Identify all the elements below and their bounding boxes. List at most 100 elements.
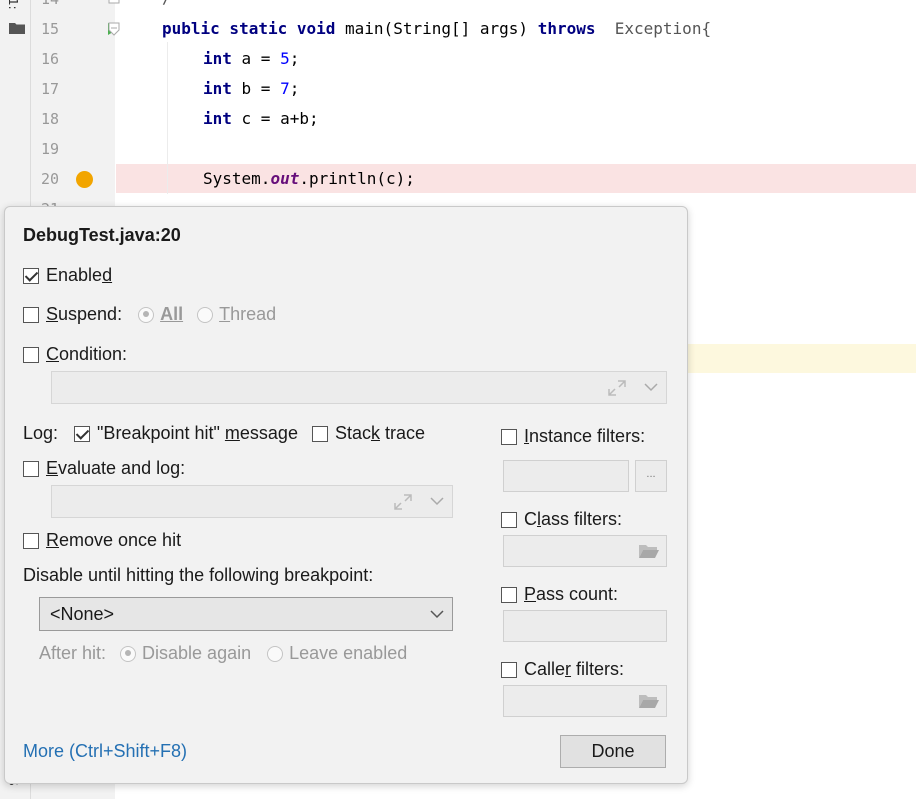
- project-tab[interactable]: 1:: [6, 0, 20, 10]
- pass-count-checkbox[interactable]: Pass count:: [501, 584, 618, 605]
- breakpoint-select-value: <None>: [50, 604, 115, 624]
- class-filters-input[interactable]: [503, 535, 667, 567]
- evaluate-and-log-label: Evaluate and log:: [46, 458, 186, 478]
- disable-until-label: Disable until hitting the following brea…: [23, 565, 374, 585]
- current-line-highlight: [686, 344, 916, 373]
- done-button[interactable]: Done: [560, 735, 666, 768]
- line-number: 20: [41, 170, 60, 188]
- log-label: Log:: [23, 423, 59, 443]
- expand-icon[interactable]: [608, 380, 626, 396]
- suspend-all-label: All: [160, 304, 184, 324]
- suspend-thread-radio[interactable]: [197, 306, 214, 323]
- disable-again-label: Disable again: [142, 643, 252, 663]
- breakpoint-hit-message-checkbox[interactable]: [74, 425, 91, 442]
- code-token: 7: [280, 79, 290, 98]
- code-line-16[interactable]: int a = 5;: [203, 49, 299, 68]
- pass-count-input[interactable]: [503, 610, 667, 642]
- code-line-15[interactable]: public static void main(String[] args) t…: [162, 19, 711, 38]
- condition-input[interactable]: [51, 371, 667, 404]
- checkbox-box[interactable]: [501, 661, 517, 678]
- checkbox-box[interactable]: [501, 428, 517, 445]
- instance-filters-checkbox[interactable]: Instance filters:: [501, 426, 645, 447]
- code-line-17[interactable]: int b = 7;: [203, 79, 299, 98]
- line-number: 18: [41, 110, 60, 128]
- suspend-all-radio[interactable]: [138, 306, 155, 323]
- checkbox-box[interactable]: [23, 532, 39, 549]
- expand-icon[interactable]: [394, 494, 412, 510]
- stack-trace-label: Stack trace: [334, 423, 426, 443]
- checkbox-box[interactable]: [501, 586, 517, 603]
- caller-filters-label: Caller filters:: [524, 659, 625, 679]
- chevron-down-icon[interactable]: [644, 382, 658, 392]
- folder-open-icon[interactable]: [638, 543, 660, 559]
- code-line-20[interactable]: System.out.println(c);: [203, 169, 415, 188]
- line-number: 14: [41, 0, 71, 8]
- suspend-thread-label: Thread: [219, 304, 277, 324]
- line-number: 15: [41, 20, 60, 38]
- checkbox-box[interactable]: [501, 511, 517, 528]
- line-number: 17: [41, 80, 60, 98]
- code-token: main(String[] args): [335, 19, 538, 38]
- checkbox-box[interactable]: [23, 460, 39, 477]
- fold-icon[interactable]: [108, 0, 120, 4]
- code-token: int: [203, 49, 232, 68]
- disable-again-radio[interactable]: [120, 645, 137, 662]
- fold-icon[interactable]: [108, 22, 120, 36]
- after-hit-label: After hit:: [39, 643, 107, 663]
- code-token: out: [270, 169, 300, 188]
- code-line: /: [162, 0, 172, 7]
- chevron-down-icon[interactable]: [430, 609, 444, 619]
- class-filters-label: Class filters:: [524, 509, 623, 529]
- suspend-checkbox[interactable]: [23, 306, 39, 323]
- code-token: throws: [537, 19, 596, 38]
- checkbox-box[interactable]: [23, 346, 39, 363]
- code-token: b =: [231, 79, 281, 98]
- code-line-18[interactable]: int c = a+b;: [203, 109, 319, 128]
- stack-trace-checkbox[interactable]: [311, 425, 328, 442]
- suspend-row: Suspend: All Thread: [23, 304, 276, 325]
- leave-enabled-label: Leave enabled: [289, 643, 408, 663]
- caller-filters-checkbox[interactable]: Caller filters:: [501, 659, 624, 680]
- folder-icon[interactable]: [9, 22, 25, 34]
- instance-filters-browse-button[interactable]: ...: [635, 460, 667, 492]
- breakpoint-icon[interactable]: [76, 171, 93, 188]
- evaluate-and-log-checkbox[interactable]: Evaluate and log:: [23, 458, 185, 479]
- checkbox-box[interactable]: [23, 267, 39, 284]
- instance-filters-label: Instance filters:: [524, 426, 646, 446]
- enabled-label: Enabled: [46, 265, 113, 285]
- code-token: a =: [231, 49, 281, 68]
- code-token: c = a+b;: [231, 109, 319, 128]
- evaluate-and-log-input[interactable]: [51, 485, 453, 518]
- instance-filters-input[interactable]: [503, 460, 629, 492]
- code-token: int: [203, 109, 232, 128]
- code-token: System.: [203, 169, 271, 188]
- more-link[interactable]: More (Ctrl+Shift+F8): [23, 741, 187, 762]
- line-number: 19: [41, 140, 60, 158]
- code-token: ;: [289, 49, 300, 68]
- after-hit-row: After hit: Disable again Leave enabled: [39, 643, 407, 664]
- code-token: ;: [289, 79, 300, 98]
- indent-guide: [167, 42, 168, 194]
- enabled-checkbox[interactable]: Enabled: [23, 265, 112, 286]
- popup-title: DebugTest.java:20: [23, 225, 181, 245]
- code-token: public static void: [162, 19, 336, 38]
- leave-enabled-radio[interactable]: [267, 645, 284, 662]
- suspend-label: Suspend:: [46, 304, 123, 324]
- remove-once-hit-checkbox[interactable]: Remove once hit: [23, 530, 181, 551]
- breakpoint-properties-popup: DebugTest.java:20 Enabled Suspend: All T…: [4, 206, 688, 784]
- condition-checkbox[interactable]: Condition:: [23, 344, 127, 365]
- code-token: .println(c);: [299, 169, 415, 188]
- code-token: 5: [280, 49, 290, 68]
- breakpoint-hit-message-label: "Breakpoint hit" message: [97, 423, 298, 443]
- breakpoint-select[interactable]: <None>: [39, 597, 453, 631]
- code-token: int: [203, 79, 232, 98]
- chevron-down-icon[interactable]: [430, 496, 444, 506]
- class-filters-checkbox[interactable]: Class filters:: [501, 509, 622, 530]
- caller-filters-input[interactable]: [503, 685, 667, 717]
- condition-label: Condition:: [46, 344, 128, 364]
- folder-open-icon[interactable]: [638, 693, 660, 709]
- pass-count-label: Pass count:: [524, 584, 619, 604]
- code-token: Exception{: [595, 19, 712, 38]
- line-number: 16: [41, 50, 60, 68]
- log-row: Log: "Breakpoint hit" message Stack trac…: [23, 423, 425, 444]
